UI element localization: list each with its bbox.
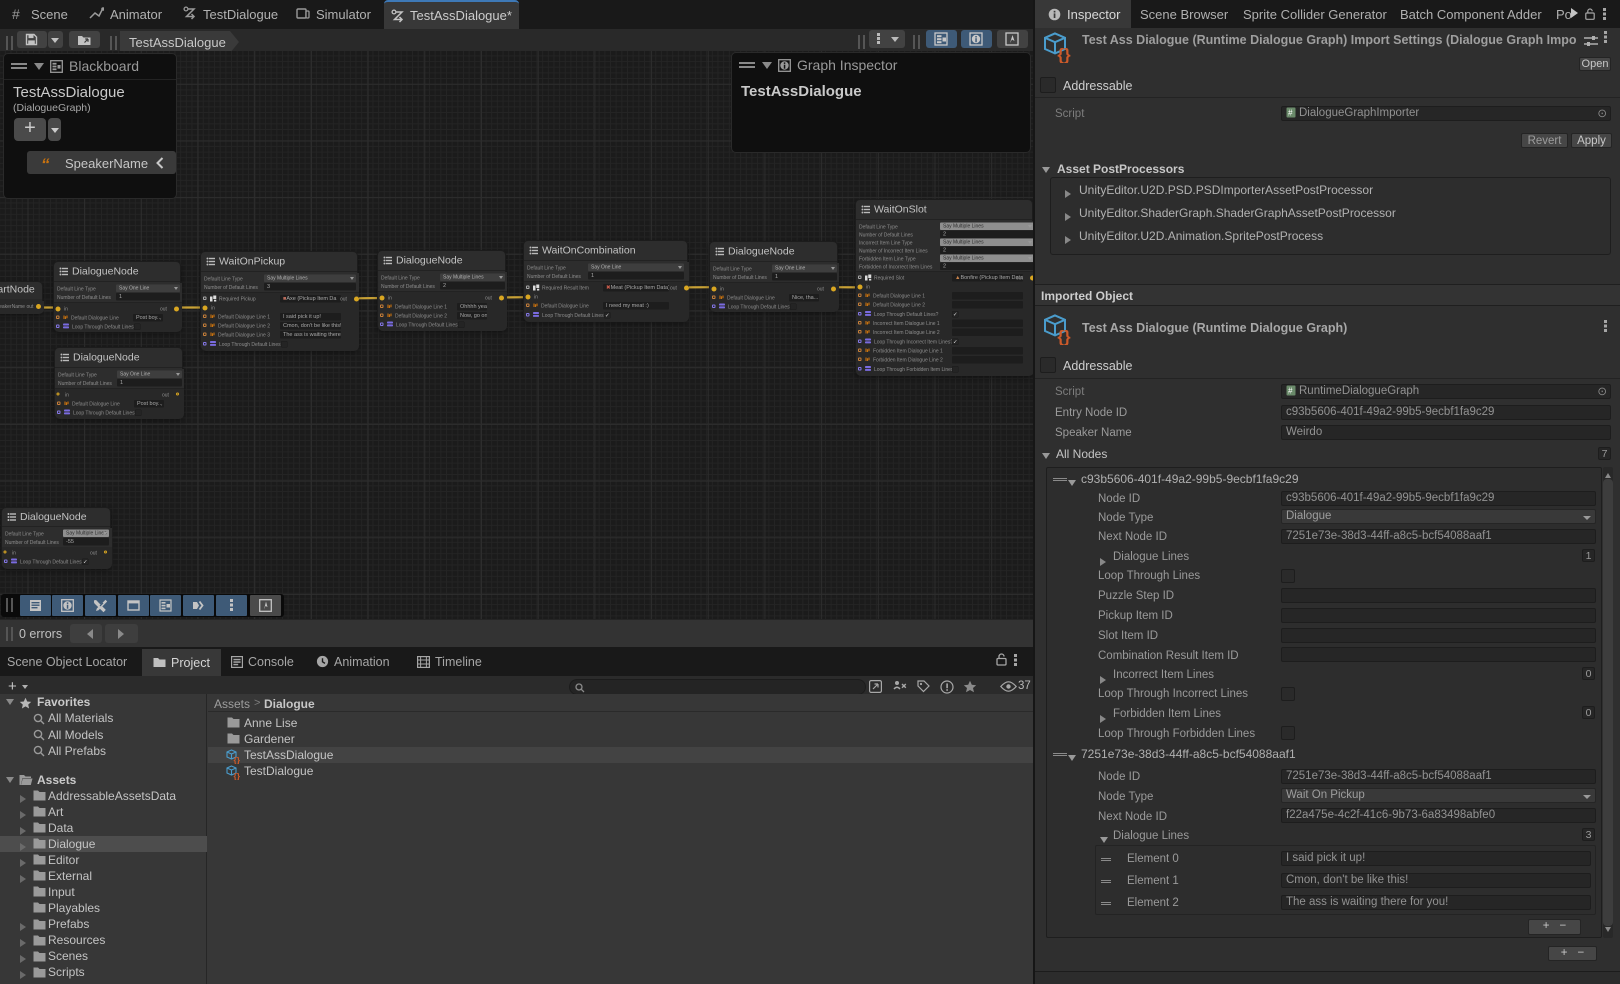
svg-text:#: # (1288, 387, 1293, 396)
svg-text:{}: {} (234, 771, 241, 780)
svg-text:{}: {} (1057, 327, 1071, 345)
svg-text:#: # (1288, 109, 1293, 118)
svg-text:{}: {} (1057, 45, 1071, 63)
